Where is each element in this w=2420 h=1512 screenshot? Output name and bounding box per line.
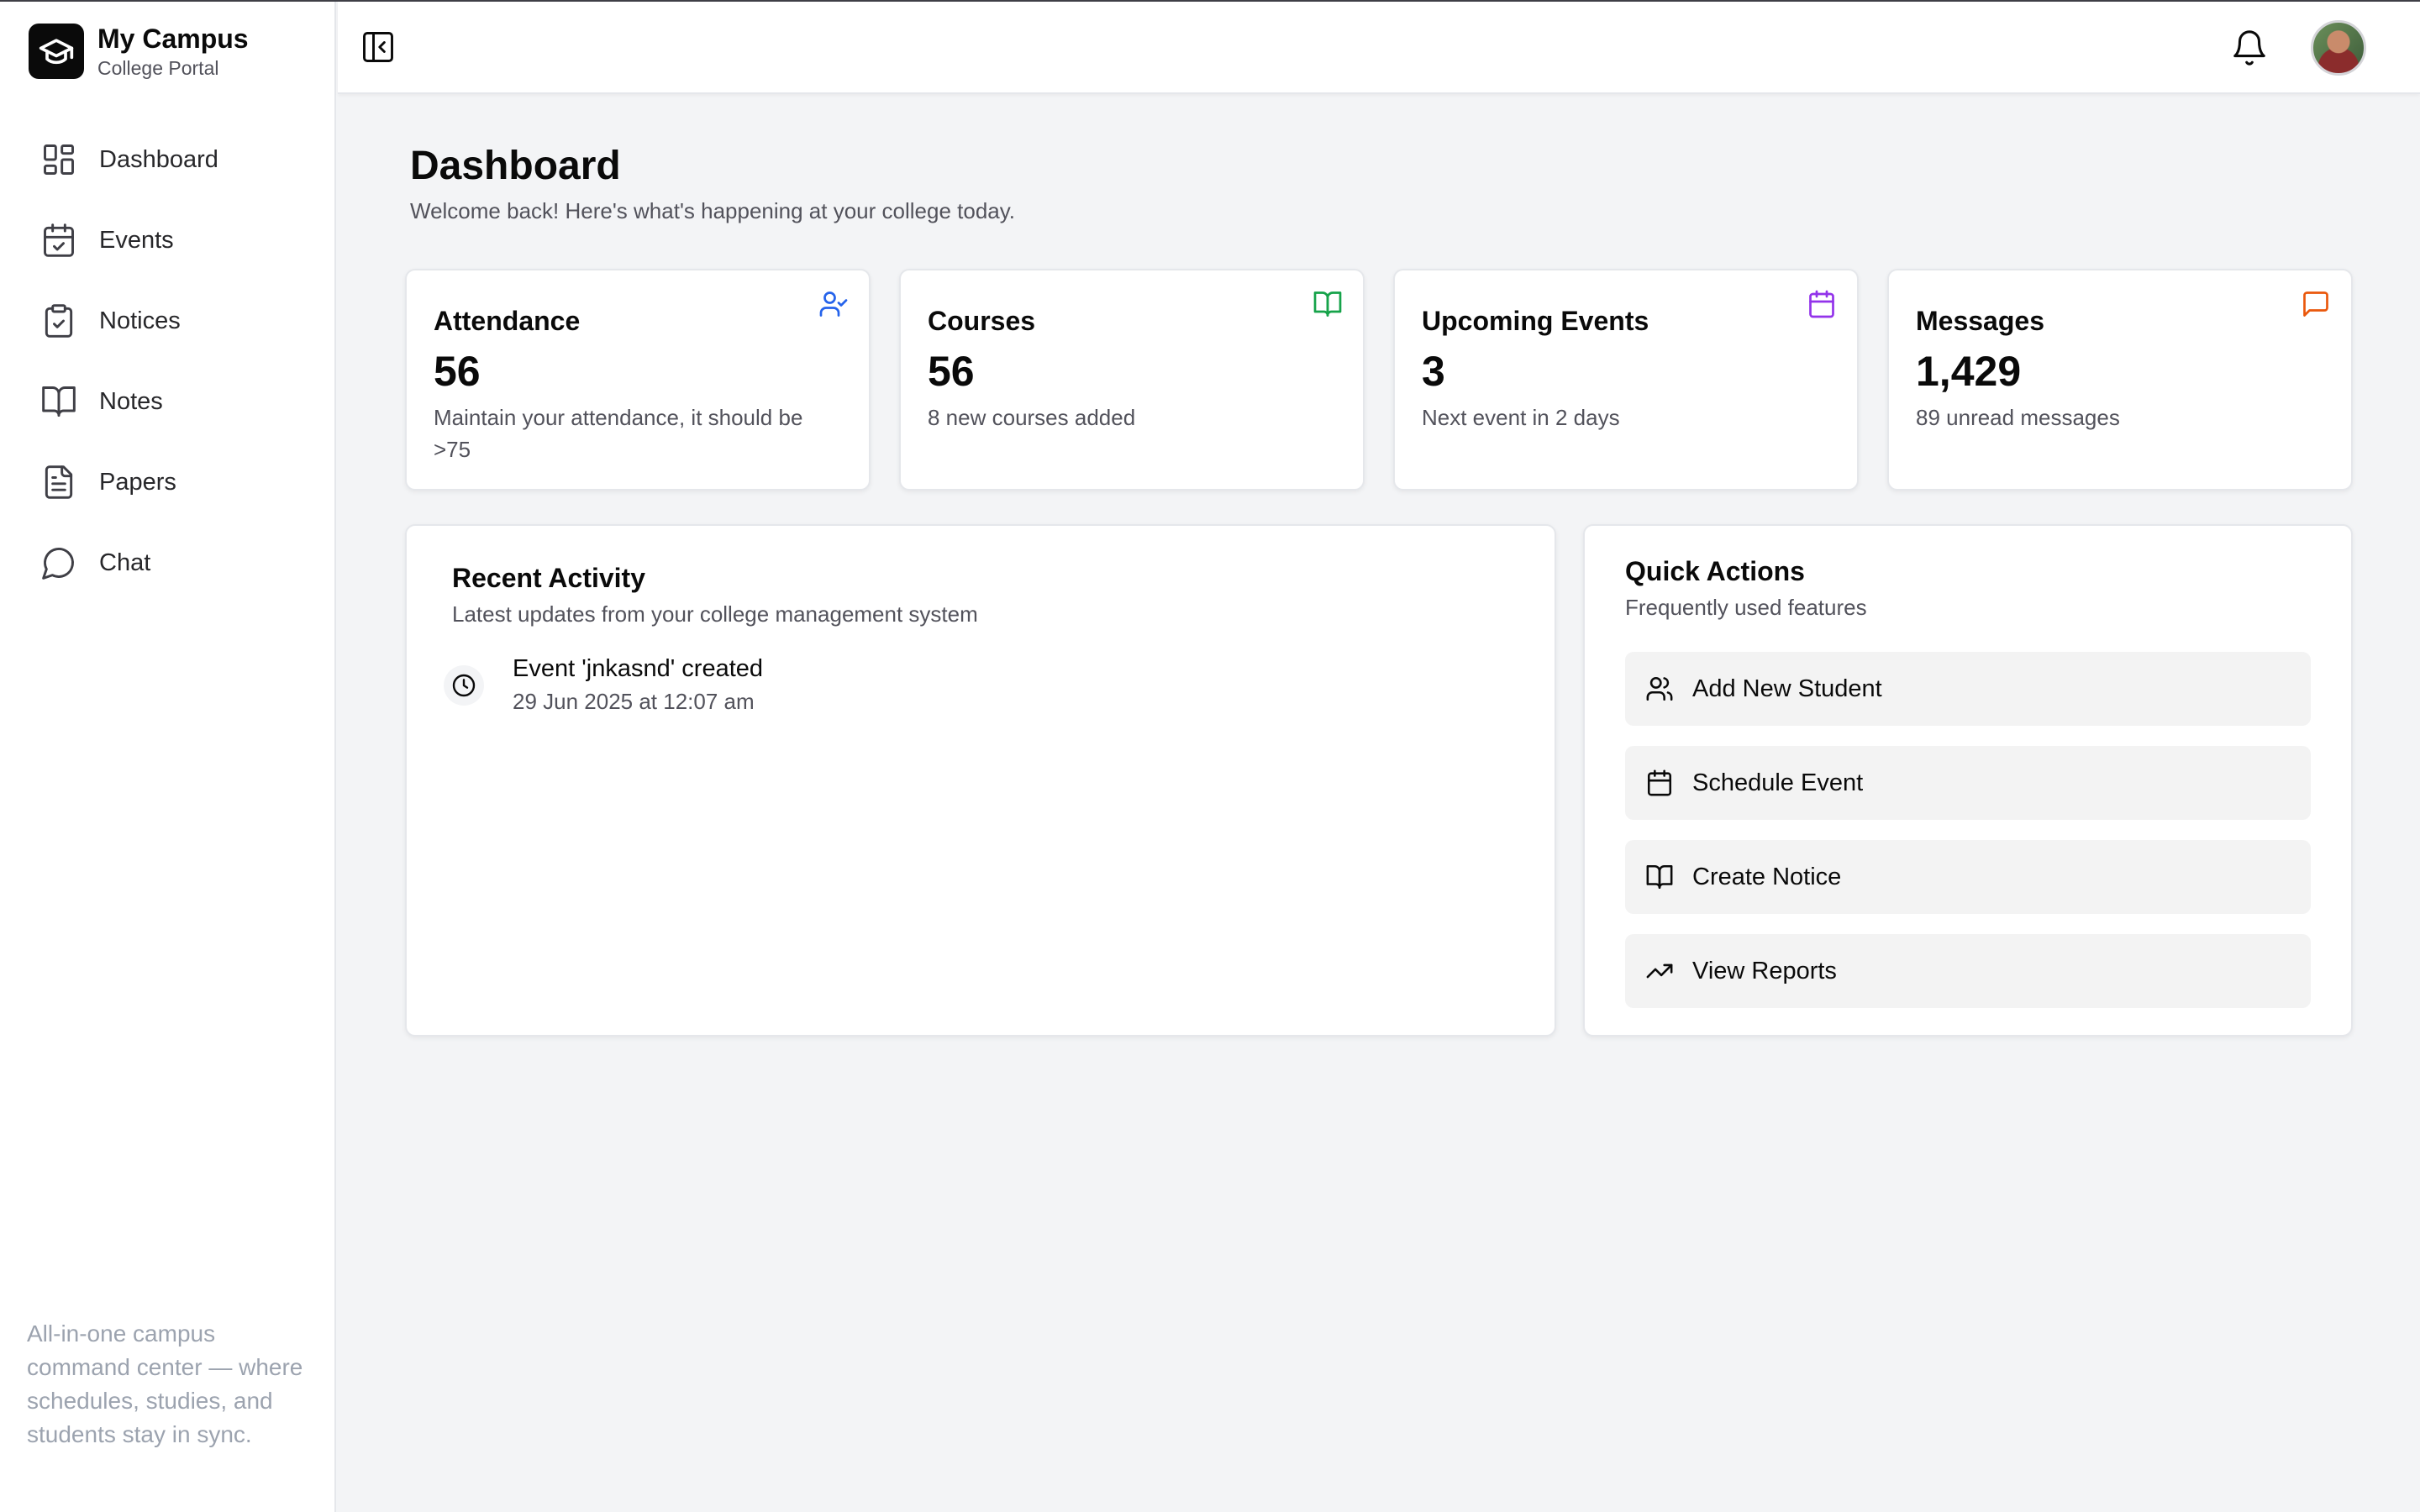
stat-title: Upcoming Events bbox=[1422, 306, 1649, 336]
sidebar-item-label: Papers bbox=[99, 468, 176, 496]
top-header bbox=[338, 2, 2420, 94]
message-circle-icon bbox=[42, 548, 74, 580]
layout-dashboard-icon bbox=[44, 144, 74, 175]
page-subtitle: Welcome back! Here's what's happening at… bbox=[410, 198, 1016, 223]
calendar-icon bbox=[1647, 769, 1672, 796]
sidebar-item-chat[interactable]: Chat bbox=[25, 522, 311, 603]
sidebar-item-label: Events bbox=[99, 226, 174, 254]
sidebar-nav: Dashboard Events Notices Notes Papers Ch… bbox=[25, 119, 311, 603]
app-frame: My Campus College Portal Dashboard Event… bbox=[0, 0, 2420, 1512]
sidebar-item-notes[interactable]: Notes bbox=[25, 361, 311, 442]
book-open-icon bbox=[1646, 864, 1673, 890]
brand-title: My Campus bbox=[97, 24, 249, 54]
stat-description: Maintain your attendance, it should be >… bbox=[434, 405, 803, 462]
sidebar-item-label: Chat bbox=[99, 549, 151, 576]
user-check-icon bbox=[819, 291, 848, 317]
stat-title: Messages bbox=[1916, 306, 2044, 336]
stat-card-messages: Messages 1,429 89 unread messages bbox=[1887, 269, 2353, 491]
user-avatar[interactable] bbox=[2311, 20, 2366, 76]
stat-card-upcoming-events: Upcoming Events 3 Next event in 2 days bbox=[1393, 269, 1859, 491]
calendar-check-icon bbox=[44, 223, 74, 257]
sidebar-item-events[interactable]: Events bbox=[25, 200, 311, 281]
stat-title: Courses bbox=[928, 306, 1036, 336]
view-reports-button[interactable]: View Reports bbox=[1625, 934, 2311, 1008]
users-icon bbox=[1646, 676, 1673, 701]
quick-action-label: Create Notice bbox=[1692, 863, 1842, 890]
activity-item-title: Event 'jnkasnd' created bbox=[513, 655, 764, 682]
quick-actions-subtitle: Frequently used features bbox=[1625, 595, 1867, 620]
stat-description: 8 new courses added bbox=[928, 405, 1136, 430]
panel-left-close-icon bbox=[363, 32, 393, 62]
bell-icon bbox=[2233, 30, 2265, 66]
sidebar: My Campus College Portal Dashboard Event… bbox=[0, 2, 336, 1512]
sidebar-item-label: Notices bbox=[99, 307, 181, 334]
sidebar-item-papers[interactable]: Papers bbox=[25, 442, 311, 522]
graduation-cap-icon bbox=[29, 24, 84, 79]
quick-action-label: Schedule Event bbox=[1692, 769, 1864, 796]
stat-title: Attendance bbox=[434, 306, 581, 336]
trending-up-icon bbox=[1646, 963, 1673, 979]
calendar-icon bbox=[1809, 290, 1834, 318]
quick-action-label: View Reports bbox=[1692, 957, 1837, 984]
brand-subtitle: College Portal bbox=[97, 57, 219, 79]
sidebar-footer-tagline: All-in-one campus command center — where… bbox=[27, 1320, 303, 1447]
brand[interactable]: My Campus College Portal bbox=[29, 22, 249, 81]
quick-action-label: Add New Student bbox=[1692, 675, 1882, 702]
stat-value: 1,429 bbox=[1916, 348, 2022, 395]
stat-card-attendance: Attendance 56 Maintain your attendance, … bbox=[405, 269, 871, 491]
page-title: Dashboard bbox=[410, 144, 621, 188]
sidebar-item-dashboard[interactable]: Dashboard bbox=[25, 119, 311, 200]
sidebar-item-notices[interactable]: Notices bbox=[25, 281, 311, 361]
add-new-student-button[interactable]: Add New Student bbox=[1625, 652, 2311, 726]
stat-value: 3 bbox=[1422, 348, 1445, 395]
book-open-icon bbox=[42, 386, 76, 417]
sidebar-item-label: Notes bbox=[99, 387, 163, 415]
clock-icon bbox=[444, 665, 484, 706]
schedule-event-button[interactable]: Schedule Event bbox=[1625, 746, 2311, 820]
stat-value: 56 bbox=[434, 348, 481, 395]
recent-activity-title: Recent Activity bbox=[452, 563, 645, 593]
clipboard-check-icon bbox=[45, 304, 73, 338]
message-square-icon bbox=[2303, 291, 2328, 317]
stat-card-courses: Courses 56 8 new courses added bbox=[899, 269, 1365, 491]
stat-description: 89 unread messages bbox=[1916, 405, 2120, 430]
book-open-icon bbox=[1313, 291, 1342, 317]
quick-actions-title: Quick Actions bbox=[1625, 556, 1805, 586]
sidebar-item-label: Dashboard bbox=[99, 145, 218, 173]
file-text-icon bbox=[45, 465, 73, 499]
stat-value: 56 bbox=[928, 348, 975, 395]
notifications-button[interactable] bbox=[2227, 25, 2272, 71]
sidebar-toggle-button[interactable] bbox=[358, 27, 398, 67]
activity-item-time: 29 Jun 2025 at 12:07 am bbox=[513, 689, 755, 714]
recent-activity-subtitle: Latest updates from your college managem… bbox=[452, 601, 978, 627]
create-notice-button[interactable]: Create Notice bbox=[1625, 840, 2311, 914]
stat-description: Next event in 2 days bbox=[1422, 405, 1620, 430]
